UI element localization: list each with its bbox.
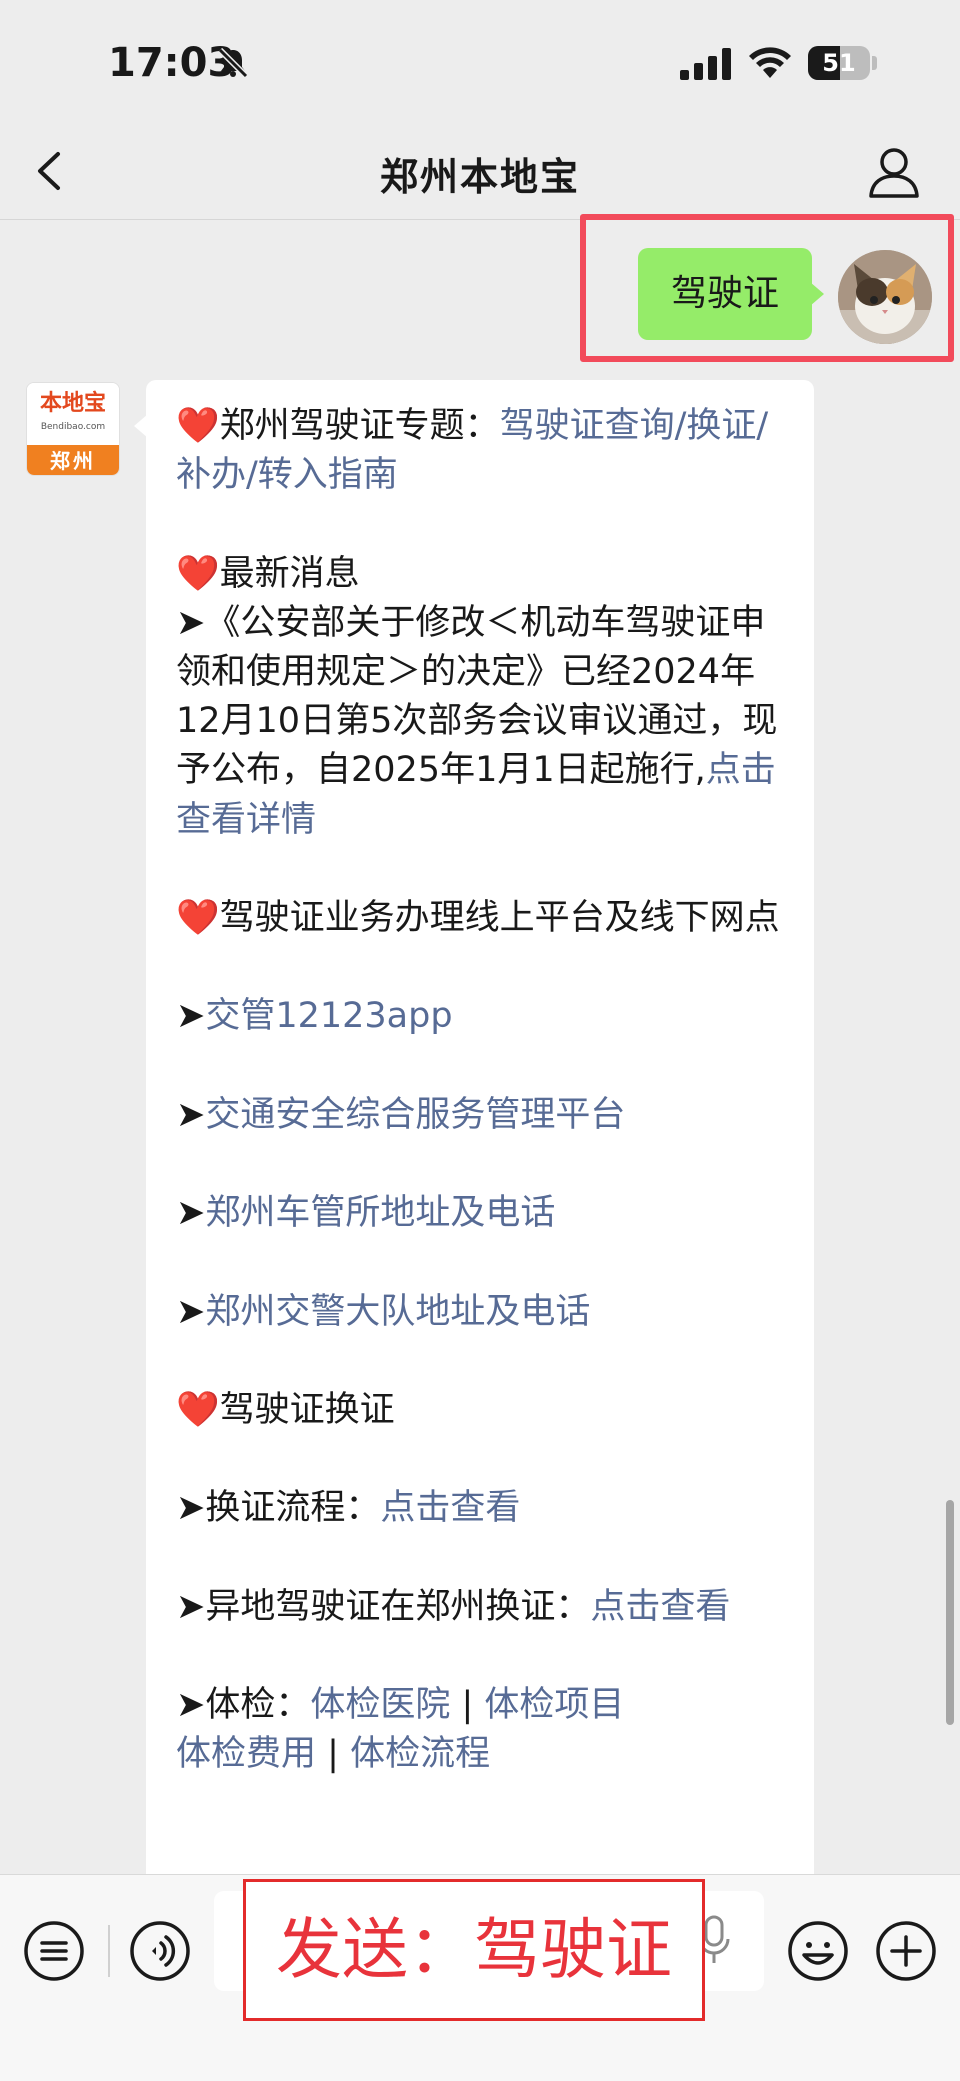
link-dmv-address[interactable]: 郑州车管所地址及电话	[205, 1193, 555, 1233]
link-police-address[interactable]: 郑州交警大队地址及电话	[205, 1292, 590, 1332]
outgoing-message-bubble[interactable]: 驾驶证	[638, 248, 824, 340]
platform-heading: ❤️驾驶证业务办理线上平台及线下网点	[176, 898, 780, 938]
remote-renewal-line: ➤异地驾驶证在郑州换证：点击查看	[176, 1583, 796, 1632]
bullet-arrow: ➤	[176, 1193, 206, 1234]
platform-item-dmv: ➤郑州车管所地址及电话	[176, 1189, 796, 1238]
news-heading: ❤️最新消息	[176, 553, 360, 594]
topic-label: ❤️郑州驾驶证专题：	[176, 406, 500, 446]
separator: |	[450, 1685, 485, 1726]
chat-scrollbar[interactable]	[946, 1500, 954, 1725]
medical-process-link[interactable]: 体检流程	[350, 1734, 490, 1774]
logo-domain-text: Bendibao.com	[40, 422, 106, 432]
status-bar: 17:03 51	[0, 0, 960, 120]
send-instruction-overlay: 发送：驾驶证	[243, 1879, 705, 2021]
battery-indicator: 51	[808, 46, 870, 80]
incoming-message-bubble: ❤️郑州驾驶证专题：驾驶证查询/换证/补办/转入指南 ❤️最新消息 ➤《公安部关…	[134, 380, 814, 1900]
renewal-heading: ❤️驾驶证换证	[176, 1389, 395, 1430]
plus-icon[interactable]	[874, 1919, 938, 1983]
logo-top: 本地宝 Bendibao.com	[27, 383, 119, 443]
platform-item-police: ➤郑州交警大队地址及电话	[176, 1288, 796, 1337]
battery-cap	[872, 56, 877, 70]
renewal-process-label: ➤换证流程：	[176, 1488, 381, 1529]
bendibao-logo-avatar[interactable]: 本地宝 Bendibao.com 郑州	[26, 382, 120, 476]
topic-line: ❤️郑州驾驶证专题：驾驶证查询/换证/补办/转入指南	[176, 402, 796, 500]
link-traffic-platform[interactable]: 交通安全综合服务管理平台	[205, 1095, 625, 1135]
remote-renewal-link[interactable]: 点击查看	[590, 1587, 730, 1627]
bell-muted-icon	[217, 47, 249, 79]
remote-renewal-label: ➤异地驾驶证在郑州换证：	[176, 1586, 591, 1627]
bullet-arrow: ➤	[176, 996, 206, 1037]
profile-icon[interactable]	[866, 146, 922, 198]
platform-item-traffic: ➤交通安全综合服务管理平台	[176, 1091, 796, 1140]
message-body: ❤️郑州驾驶证专题：驾驶证查询/换证/补办/转入指南 ❤️最新消息 ➤《公安部关…	[176, 402, 796, 1780]
cellular-signal-icon	[680, 48, 731, 80]
menu-list-icon[interactable]	[22, 1919, 86, 1983]
logo-brand-text: 本地宝	[39, 391, 106, 416]
bullet-arrow: ➤	[176, 1094, 206, 1135]
battery-percentage: 51	[822, 49, 856, 77]
emoji-icon[interactable]	[786, 1919, 850, 1983]
renewal-process-link[interactable]: 点击查看	[380, 1488, 520, 1528]
separator: |	[316, 1734, 351, 1775]
logo-city-text: 郑州	[27, 445, 119, 475]
medical-line: ➤体检：体检医院 | 体检项目	[176, 1681, 796, 1730]
chat-header: 郑州本地宝	[0, 120, 960, 220]
medical-label: ➤体检：	[176, 1685, 311, 1726]
voice-input-icon[interactable]	[128, 1919, 192, 1983]
medical-items-link[interactable]: 体检项目	[484, 1685, 624, 1725]
input-divider	[108, 1925, 110, 1977]
renewal-process-line: ➤换证流程：点击查看	[176, 1484, 796, 1533]
cat-avatar-image	[838, 250, 932, 344]
news-body: ➤《公安部关于修改＜机动车驾驶证申领和使用规定＞的决定》已经2024年12月10…	[176, 602, 778, 791]
medical-hospital-link[interactable]: 体检医院	[310, 1685, 450, 1725]
wifi-icon	[749, 47, 791, 78]
chat-title: 郑州本地宝	[379, 155, 580, 199]
medical-line-2: 体检费用 | 体检流程	[176, 1730, 796, 1779]
user-avatar[interactable]	[838, 250, 932, 344]
medical-fee-link[interactable]: 体检费用	[176, 1734, 316, 1774]
bullet-arrow: ➤	[176, 1291, 206, 1332]
platform-item-12123: ➤交管12123app	[176, 992, 796, 1041]
link-12123app[interactable]: 交管12123app	[205, 996, 452, 1036]
news-text: ➤《公安部关于修改＜机动车驾驶证申领和使用规定＞的决定》已经2024年12月10…	[176, 599, 796, 845]
